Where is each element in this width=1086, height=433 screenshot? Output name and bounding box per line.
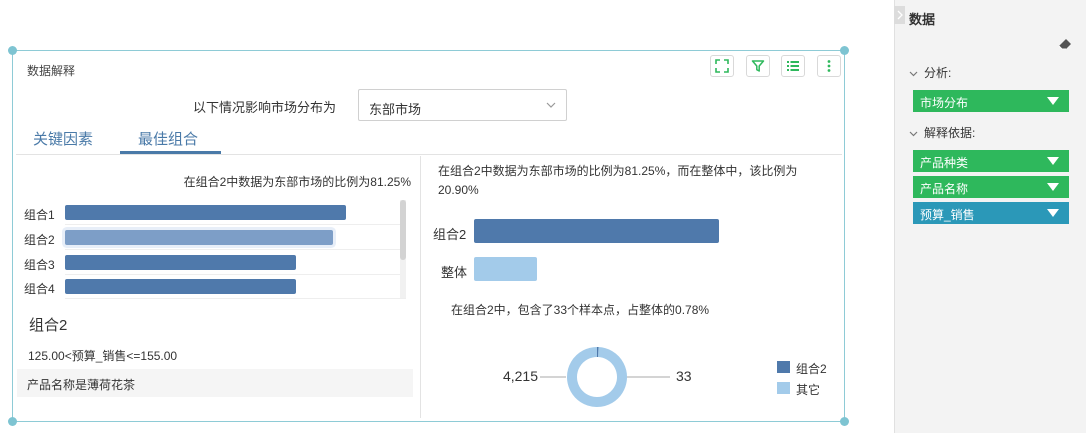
row-separator: [65, 298, 406, 299]
vertical-divider: [420, 156, 421, 418]
more-button[interactable]: [817, 55, 841, 77]
condition-product: 产品名称是薄荷花茶: [27, 378, 136, 392]
tabs-divider: [16, 154, 842, 155]
widget-title: 数据解释: [27, 64, 76, 78]
sample-count-text: 在组合2中，包含了33个样本点，占整体的0.78%: [451, 303, 710, 317]
sample-donut-chart: 33 4,215: [503, 346, 692, 407]
condition-product-row: 产品名称是薄荷花茶: [17, 369, 413, 397]
basis-field-product-name[interactable]: 产品名称: [913, 176, 1069, 198]
resize-handle-top-left[interactable]: [8, 46, 17, 55]
panel-toggle-button[interactable]: [894, 6, 905, 24]
comparison-bar-label: 整体: [441, 265, 468, 280]
bar-row-3[interactable]: 组合3: [20, 251, 406, 275]
comparison-bar[interactable]: [474, 257, 537, 281]
row-separator: [65, 224, 406, 225]
analysis-section-header[interactable]: 分析:: [909, 64, 951, 81]
caret-down-icon: [1047, 209, 1059, 217]
panel-title: 数据: [909, 12, 936, 27]
legend-label: 组合2: [796, 362, 827, 376]
resize-handle-bottom-left[interactable]: [8, 417, 17, 426]
chart-scrollbar-thumb[interactable]: [400, 200, 406, 260]
selected-combination-title: 组合2: [29, 317, 68, 334]
bar[interactable]: [65, 255, 296, 270]
eraser-icon[interactable]: [1058, 38, 1072, 50]
basis-field-label: 预算_销售: [920, 208, 975, 222]
question-label: 以下情况影响市场分布为: [193, 100, 337, 115]
bar-row-2[interactable]: 组合2: [20, 226, 406, 250]
chevron-right-icon: [897, 10, 903, 20]
bar-label: 组合2: [24, 233, 55, 247]
analysis-label: 分析:: [924, 66, 952, 80]
donut-value-label-2: 4,215: [503, 368, 538, 384]
market-select-value: 东部市场: [369, 102, 422, 117]
list-icon: [787, 61, 799, 71]
resize-handle-bottom-right[interactable]: [840, 417, 849, 426]
chevron-down-icon: [909, 131, 918, 137]
basis-field-label: 产品名称: [920, 182, 969, 196]
bar-row-1[interactable]: 组合1: [20, 201, 406, 225]
basis-field-budget-sales[interactable]: 预算_销售: [913, 202, 1069, 224]
basis-label: 解释依据:: [924, 126, 976, 140]
tab-best-combination[interactable]: 最佳组合: [138, 128, 198, 149]
basis-field-label: 产品种类: [920, 156, 969, 170]
bar-label: 组合4: [24, 282, 55, 296]
chevron-down-icon: [909, 71, 918, 77]
basis-section-header[interactable]: 解释依据:: [909, 124, 975, 141]
comparison-bar-label: 组合2: [433, 227, 467, 242]
analysis-field-market[interactable]: 市场分布: [913, 90, 1069, 112]
bar[interactable]: [65, 230, 333, 245]
analysis-field-label: 市场分布: [920, 96, 969, 110]
right-chart-caption: 在组合2中数据为东部市场的比例为81.25%，而在整体中，该比例为20.90%: [438, 164, 798, 197]
comparison-bar[interactable]: [474, 219, 719, 243]
chevron-down-icon: [546, 102, 556, 108]
caret-down-icon: [1047, 97, 1059, 105]
legend-swatch: [777, 382, 790, 394]
bar-label: 组合1: [24, 208, 55, 222]
fullscreen-button[interactable]: [710, 55, 734, 77]
filter-icon: [751, 60, 765, 72]
list-button[interactable]: [781, 55, 805, 77]
resize-handle-top-right[interactable]: [840, 46, 849, 55]
market-select[interactable]: 东部市场: [358, 89, 567, 121]
bar[interactable]: [65, 279, 296, 294]
bar-row-4[interactable]: 组合4: [20, 275, 406, 299]
fullscreen-icon: [715, 59, 729, 73]
donut-value-label-1: 33: [676, 368, 692, 384]
bar-label: 组合3: [24, 258, 55, 272]
basis-field-product-category[interactable]: 产品种类: [913, 150, 1069, 172]
left-chart-caption: 在组合2中数据为东部市场的比例为81.25%: [183, 175, 411, 189]
condition-budget: 125.00<预算_销售<=155.00: [28, 349, 178, 363]
donut-slice-2[interactable]: [567, 347, 627, 407]
filter-button[interactable]: [746, 55, 770, 77]
more-vertical-icon: [827, 60, 831, 72]
row-separator: [65, 249, 406, 250]
caret-down-icon: [1047, 157, 1059, 165]
caret-down-icon: [1047, 183, 1059, 191]
legend-swatch: [777, 361, 790, 373]
tab-key-factors[interactable]: 关键因素: [33, 128, 93, 149]
legend-label: 其它: [796, 383, 821, 397]
bar[interactable]: [65, 205, 346, 220]
